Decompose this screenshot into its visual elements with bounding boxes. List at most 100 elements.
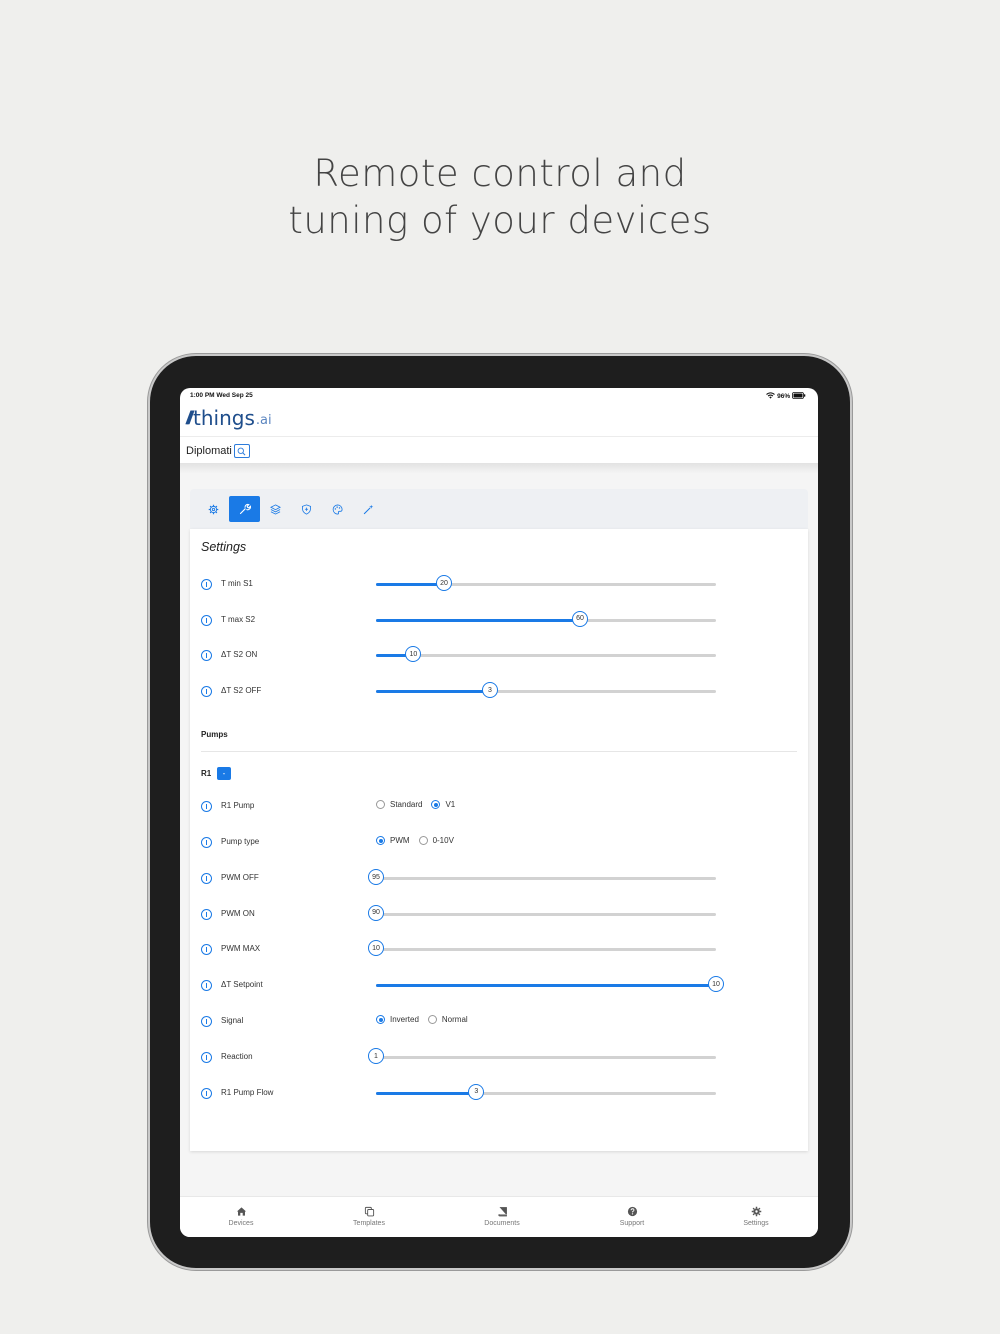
info-icon[interactable] [201,1087,212,1099]
slider-track[interactable]: 10 [376,976,724,993]
slider-track[interactable]: 10 [376,646,716,663]
nav-settings[interactable]: Settings [716,1206,796,1227]
field-label: PWM MAX [221,944,261,954]
slider-track[interactable]: 10 [368,940,716,957]
radio-pwm[interactable] [376,836,385,845]
radio-pwm-label: PWM [390,836,410,845]
slider-thumb[interactable]: 1 [368,1048,384,1064]
pumps-section-title: Pumps [201,730,228,739]
app-screen: 1:00 PM Wed Sep 25 96% /// things .ai Di… [180,388,818,1237]
info-icon[interactable] [201,980,212,992]
slider-thumb[interactable]: 10 [708,976,724,993]
field-label: T max S2 [221,614,256,624]
radio-inverted[interactable] [376,1015,385,1024]
slider-thumb[interactable]: 3 [481,682,498,699]
nav-icon [462,1206,542,1218]
radio-0-10v[interactable] [418,836,428,845]
slider-fill [376,690,490,694]
pumps-divider [201,751,797,752]
info-icon[interactable] [201,908,212,920]
nav-icon [329,1206,409,1218]
status-bar: 1:00 PM Wed Sep 25 96% [180,388,818,404]
tab-tools[interactable] [229,496,260,522]
wrench-icon [239,503,251,515]
info-icon[interactable] [201,944,212,956]
r1-collapse-button[interactable]: - [217,767,231,780]
info-icon[interactable] [201,1052,212,1063]
info-icon[interactable] [201,873,212,884]
status-battery: 96% [766,392,806,400]
slider-thumb[interactable]: 90 [368,904,384,921]
slider-row: T max S2 60 [190,610,808,631]
slider-thumb[interactable]: 20 [436,575,452,591]
pump-type-row: Pump type PWM 0-10V [190,833,808,853]
slider-track[interactable]: 3 [376,682,716,699]
nav-icon [716,1206,796,1218]
slider-thumb[interactable]: 10 [368,940,384,957]
info-icon[interactable] [201,801,212,812]
settings-card: Settings T min S1 20 T max S2 60 ΔT S2 ON 10 Δ… [190,529,808,1151]
slider-row: Reaction 1 [190,1048,808,1068]
nav-label: Settings [743,1220,769,1227]
gear-icon [751,1206,761,1217]
slider-track[interactable]: 90 [368,904,716,921]
tab-bar [198,496,384,522]
tab-security[interactable] [291,496,322,522]
radio-0-10v-label: 0-10V [432,836,454,845]
info-icon[interactable] [201,650,212,662]
help-icon [627,1206,637,1217]
info-icon[interactable] [201,579,212,590]
signal-radio-group: Inverted Normal [376,1015,477,1024]
slider-row: PWM OFF 95 [190,869,808,889]
field-label: Reaction [221,1052,253,1061]
slider-track[interactable]: 3 [376,1083,716,1100]
radio-standard[interactable] [376,800,385,809]
device-name: Diplomati [186,445,232,457]
slider-fill [376,1091,477,1095]
radio-v1[interactable] [431,800,441,809]
slider-thumb[interactable]: 60 [572,610,588,627]
slider-thumb[interactable]: 95 [368,869,384,885]
nav-label: Support [619,1220,645,1227]
slider-track[interactable]: 1 [368,1048,716,1064]
tab-general[interactable] [198,496,229,522]
slider-row: PWM ON 90 [190,904,808,925]
device-search-button[interactable] [233,444,250,458]
slider-row: ΔT Setpoint 10 [190,976,808,996]
nav-label: Templates [353,1220,385,1227]
pump-type-radio-group: PWM 0-10V [376,836,463,845]
field-label: Signal [221,1016,244,1025]
radio-normal[interactable] [427,1015,437,1024]
tab-automation[interactable] [353,496,384,522]
headline-line-2: tuning of your devices [288,199,712,242]
brand-name: things [193,406,255,430]
info-icon[interactable] [201,1016,212,1027]
nav-support[interactable]: Support [592,1206,672,1227]
nav-documents[interactable]: Documents [462,1206,542,1227]
r1-label: R1 [201,769,212,778]
slider-track[interactable]: 60 [376,610,716,627]
slider-track[interactable]: 95 [368,869,716,885]
info-icon[interactable] [201,837,212,848]
headline: Remote control and tuning of your device… [0,150,1000,244]
search-icon [237,447,246,455]
info-icon[interactable] [201,614,212,626]
slider-track[interactable]: 20 [376,575,716,591]
slider-thumb[interactable]: 3 [468,1083,485,1100]
battery-icon [792,392,806,399]
tab-layers[interactable] [260,496,291,522]
slider-thumb[interactable]: 10 [405,646,422,663]
nav-templates[interactable]: Templates [329,1206,409,1227]
wifi-icon [766,392,776,399]
info-icon[interactable] [201,686,212,698]
tab-appearance[interactable] [322,496,353,522]
nav-devices[interactable]: Devices [201,1206,281,1227]
nav-label: Documents [484,1220,520,1227]
brand-logo: /// things .ai [186,406,272,430]
field-label: R1 Pump Flow [221,1087,274,1097]
header-shadow [180,463,818,473]
r1-pump-row: R1 Pump Standard V1 [190,797,808,817]
radio-v1-label: V1 [445,800,456,809]
radio-standard-label: Standard [390,800,423,809]
battery-percent: 96% [777,393,791,400]
